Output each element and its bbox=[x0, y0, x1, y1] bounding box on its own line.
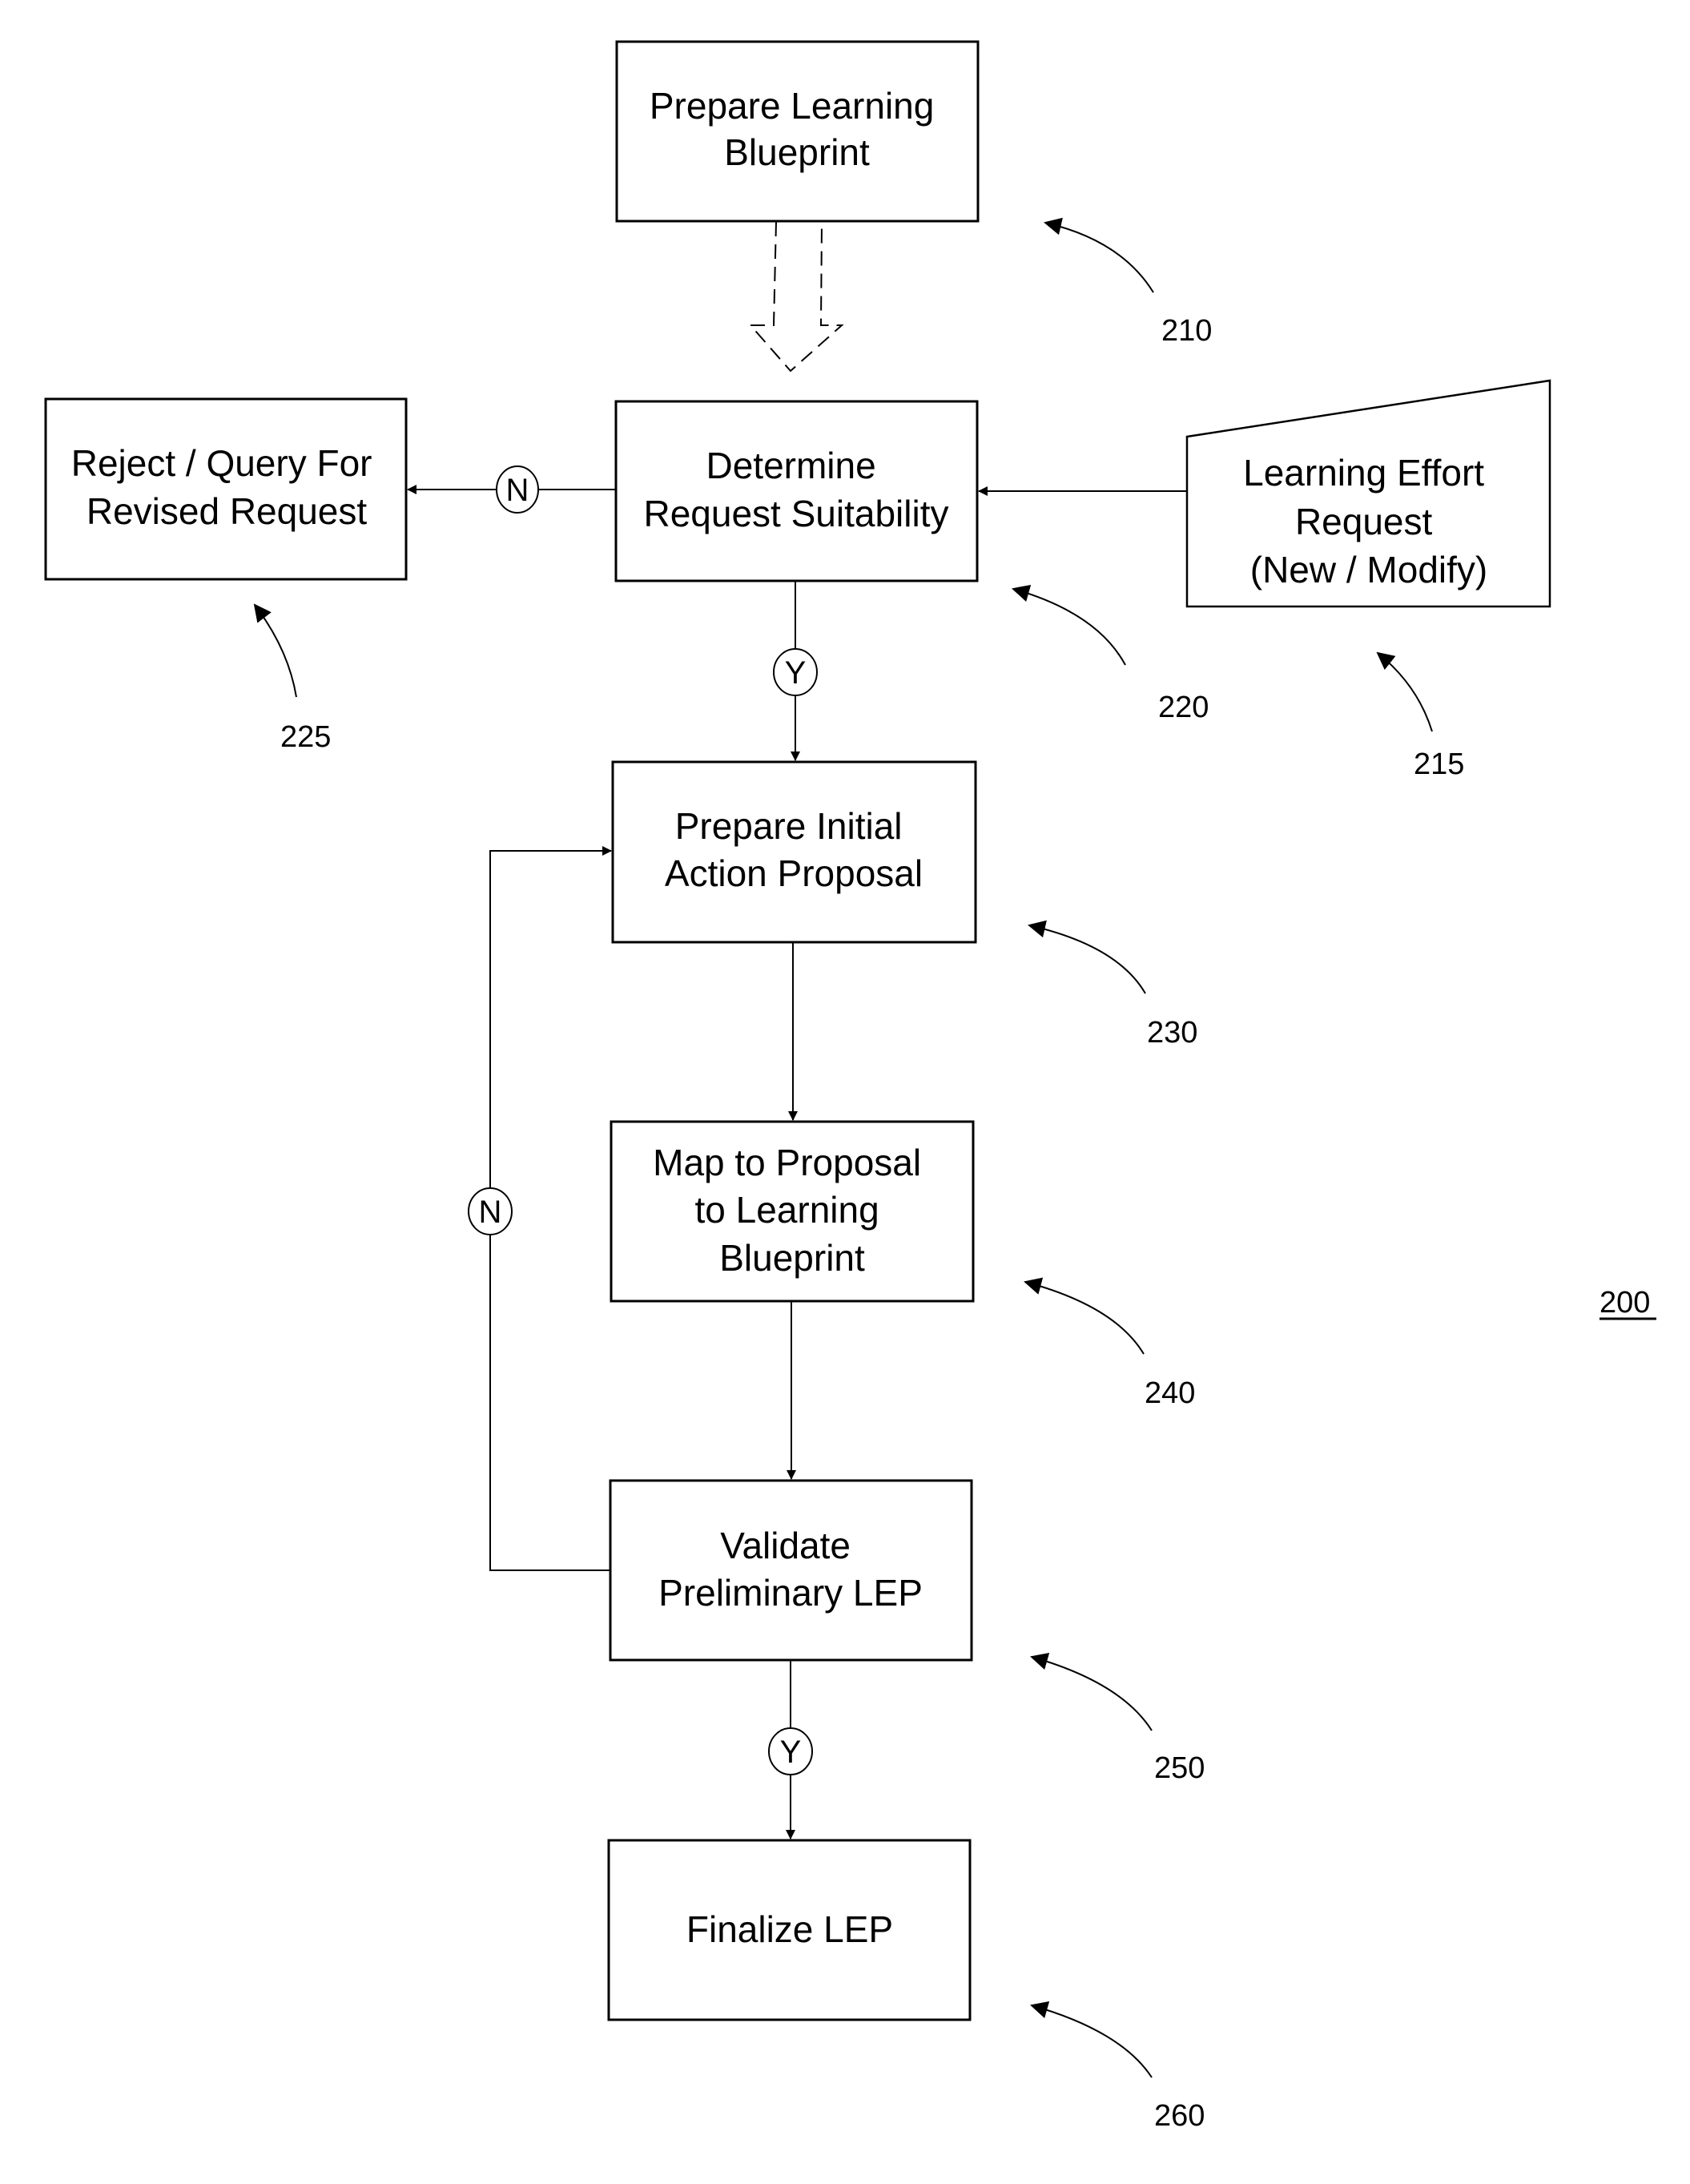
step-230-line-1: Prepare Initial bbox=[675, 805, 903, 847]
ref-260: 260 bbox=[1030, 2001, 1205, 2133]
dashed-block-arrow-210-220 bbox=[748, 221, 844, 373]
connector-label-y: Y bbox=[785, 655, 807, 691]
step-215-line-3: (New / Modify) bbox=[1250, 549, 1487, 590]
step-215-line-2: Request bbox=[1295, 501, 1433, 542]
process-box-225 bbox=[44, 397, 408, 581]
ref-240: 240 bbox=[1024, 1277, 1195, 1410]
no-connector-220: N bbox=[496, 465, 539, 514]
leader-arrow-210 bbox=[1044, 217, 1154, 293]
no-connector-250: N bbox=[468, 1187, 513, 1235]
ref-label-230: 230 bbox=[1147, 1016, 1197, 1050]
step-230-line-2: Action Proposal bbox=[665, 852, 923, 894]
step-220-line-1: Determine bbox=[706, 445, 876, 486]
leader-arrow-260 bbox=[1030, 2001, 1153, 2078]
step-210: Prepare Learning Blueprint bbox=[615, 40, 980, 223]
ref-215: 215 bbox=[1376, 651, 1464, 781]
svg-text:Finalize LEP: Finalize LEP bbox=[686, 1908, 893, 1950]
step-250: Validate Preliminary LEP bbox=[609, 1479, 973, 1662]
step-210-line-2: Blueprint bbox=[724, 131, 870, 173]
flowchart-200: Prepare Learning Blueprint Learning Effo… bbox=[44, 40, 1656, 2133]
leader-arrow-215 bbox=[1376, 651, 1433, 732]
step-220-line-2: Request Suitability bbox=[644, 493, 949, 534]
step-240-line-1: Map to Proposal bbox=[653, 1142, 921, 1183]
process-box-220 bbox=[614, 400, 979, 582]
leader-arrow-225 bbox=[253, 603, 297, 698]
step-230: Prepare Initial Action Proposal bbox=[611, 760, 977, 944]
ref-label-250: 250 bbox=[1154, 1751, 1205, 1785]
step-225-line-1: Reject / Query For bbox=[71, 442, 372, 484]
step-215-line-1: Learning Effort bbox=[1243, 452, 1484, 494]
step-215: Learning Effort Request (New / Modify) bbox=[1185, 379, 1551, 608]
loop-250-to-230-upper bbox=[489, 846, 612, 1189]
yes-connector-250: Y bbox=[768, 1727, 813, 1775]
ref-label-220: 220 bbox=[1158, 691, 1209, 724]
leader-arrow-240 bbox=[1024, 1277, 1145, 1355]
connector-label-n: N bbox=[479, 1195, 502, 1230]
step-220: Determine Request Suitability bbox=[614, 400, 979, 582]
figure-number-label: 200 bbox=[1599, 1286, 1650, 1320]
leader-arrow-230 bbox=[1028, 920, 1146, 994]
connector-label-n: N bbox=[506, 473, 529, 508]
figure-number: 200 bbox=[1599, 1286, 1656, 1320]
ref-label-240: 240 bbox=[1145, 1376, 1195, 1410]
connector-label-y: Y bbox=[780, 1735, 802, 1770]
ref-label-210: 210 bbox=[1161, 314, 1212, 348]
step-250-line-1: Validate bbox=[720, 1525, 851, 1566]
ref-225: 225 bbox=[253, 603, 331, 754]
ref-210: 210 bbox=[1044, 217, 1212, 348]
step-225-line-2: Revised Request bbox=[87, 490, 368, 532]
ref-label-260: 260 bbox=[1154, 2099, 1205, 2133]
leader-arrow-250 bbox=[1030, 1652, 1153, 1731]
step-260-line-1: Finalize LEP bbox=[686, 1908, 893, 1950]
step-225: Reject / Query For Revised Request bbox=[44, 397, 408, 581]
ref-label-225: 225 bbox=[280, 720, 331, 754]
step-210-line-1: Prepare Learning bbox=[650, 85, 934, 127]
ref-label-215: 215 bbox=[1414, 747, 1464, 781]
ref-220: 220 bbox=[1012, 584, 1209, 724]
step-240-line-3: Blueprint bbox=[719, 1237, 865, 1279]
step-250-line-2: Preliminary LEP bbox=[658, 1572, 923, 1614]
step-260: Finalize LEP bbox=[607, 1839, 972, 2021]
leader-arrow-220 bbox=[1012, 584, 1126, 666]
process-box-250 bbox=[609, 1479, 973, 1662]
step-240: Map to Proposal to Learning Blueprint bbox=[610, 1120, 975, 1303]
yes-connector-220: Y bbox=[773, 648, 818, 696]
ref-250: 250 bbox=[1030, 1652, 1205, 1785]
loop-250-to-230-lower bbox=[489, 1234, 610, 1571]
ref-230: 230 bbox=[1028, 920, 1197, 1050]
step-240-line-2: to Learning bbox=[695, 1189, 879, 1231]
